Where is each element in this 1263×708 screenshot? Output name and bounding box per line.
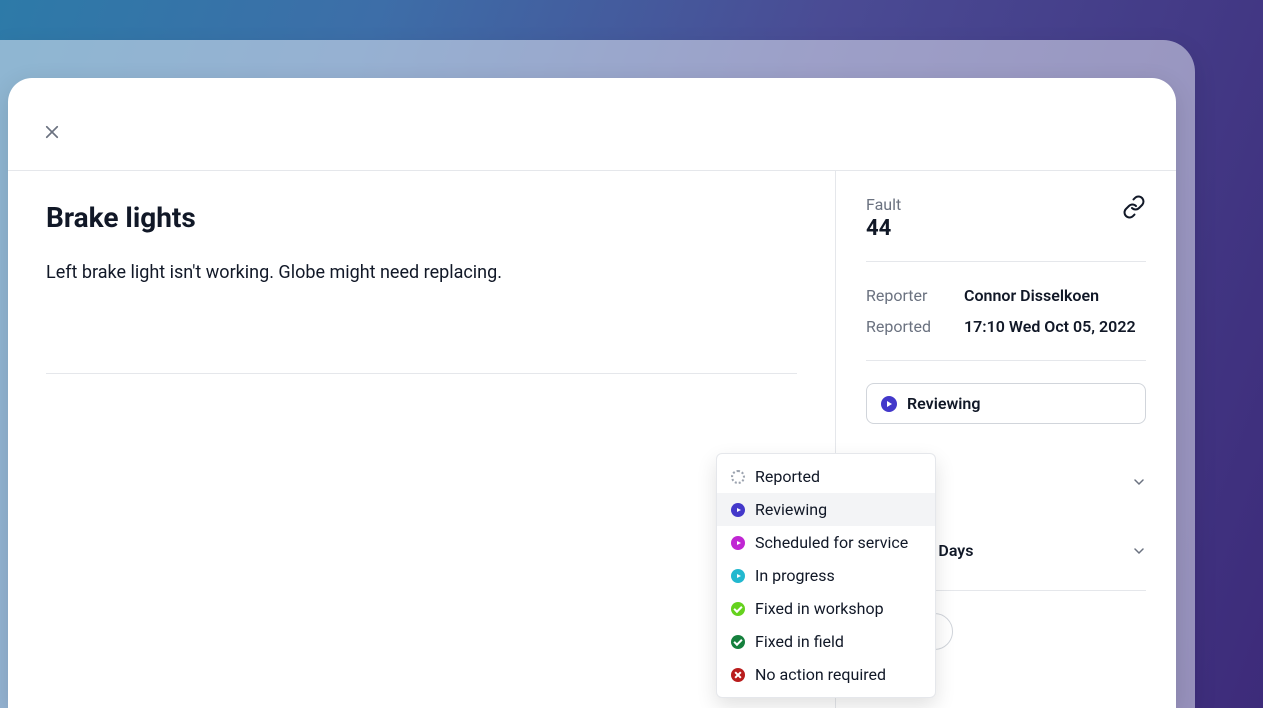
chevron-down-icon bbox=[1134, 477, 1144, 487]
play-icon bbox=[731, 536, 745, 550]
status-option-scheduled[interactable]: Scheduled for service bbox=[717, 526, 935, 559]
link-icon[interactable] bbox=[1122, 195, 1146, 219]
status-option-label: Fixed in workshop bbox=[755, 599, 884, 618]
fault-id-row: Fault 44 bbox=[866, 195, 1146, 262]
status-option-label: No action required bbox=[755, 665, 886, 684]
fault-id-value: 44 bbox=[866, 216, 901, 241]
play-icon bbox=[731, 503, 745, 517]
fault-description: Left brake light isn't working. Globe mi… bbox=[46, 262, 797, 283]
status-dropdown-menu: Reported Reviewing Scheduled for service… bbox=[716, 453, 936, 698]
reported-row: Reported 17:10 Wed Oct 05, 2022 bbox=[866, 311, 1146, 342]
check-icon bbox=[731, 602, 745, 616]
main-divider bbox=[46, 373, 797, 374]
meta-block: Reporter Connor Disselkoen Reported 17:1… bbox=[866, 262, 1146, 361]
status-option-label: Scheduled for service bbox=[755, 533, 908, 552]
reporter-label: Reporter bbox=[866, 286, 964, 305]
fault-id-label: Fault bbox=[866, 195, 901, 214]
check-icon bbox=[731, 635, 745, 649]
status-option-label: Reported bbox=[755, 467, 820, 486]
fault-title: Brake lights bbox=[46, 201, 797, 234]
close-icon bbox=[43, 123, 61, 141]
reported-label: Reported bbox=[866, 317, 964, 336]
reporter-row: Reporter Connor Disselkoen bbox=[866, 280, 1146, 311]
play-icon bbox=[731, 569, 745, 583]
status-option-label: In progress bbox=[755, 566, 835, 585]
status-select[interactable]: Reviewing bbox=[866, 383, 1146, 424]
status-option-reported[interactable]: Reported bbox=[717, 460, 935, 493]
modal-body: Brake lights Left brake light isn't work… bbox=[8, 170, 1176, 708]
close-button[interactable] bbox=[40, 120, 64, 144]
status-option-label: Fixed in field bbox=[755, 632, 844, 651]
status-option-fixed-field[interactable]: Fixed in field bbox=[717, 625, 935, 658]
x-icon bbox=[731, 668, 745, 682]
status-option-fixed-workshop[interactable]: Fixed in workshop bbox=[717, 592, 935, 625]
reported-value: 17:10 Wed Oct 05, 2022 bbox=[964, 317, 1136, 336]
spinner-icon bbox=[731, 470, 745, 484]
reporter-value: Connor Disselkoen bbox=[964, 286, 1099, 305]
fault-detail-modal: Brake lights Left brake light isn't work… bbox=[8, 78, 1176, 708]
status-option-reviewing[interactable]: Reviewing bbox=[717, 493, 935, 526]
status-current-label: Reviewing bbox=[907, 394, 980, 413]
fault-id-block: Fault 44 bbox=[866, 195, 901, 241]
play-icon bbox=[881, 396, 897, 412]
main-column: Brake lights Left brake light isn't work… bbox=[8, 171, 836, 708]
status-option-no-action[interactable]: No action required bbox=[717, 658, 935, 691]
chevron-down-icon bbox=[1134, 546, 1144, 556]
status-option-in-progress[interactable]: In progress bbox=[717, 559, 935, 592]
modal-header bbox=[8, 78, 1176, 170]
status-option-label: Reviewing bbox=[755, 500, 827, 519]
